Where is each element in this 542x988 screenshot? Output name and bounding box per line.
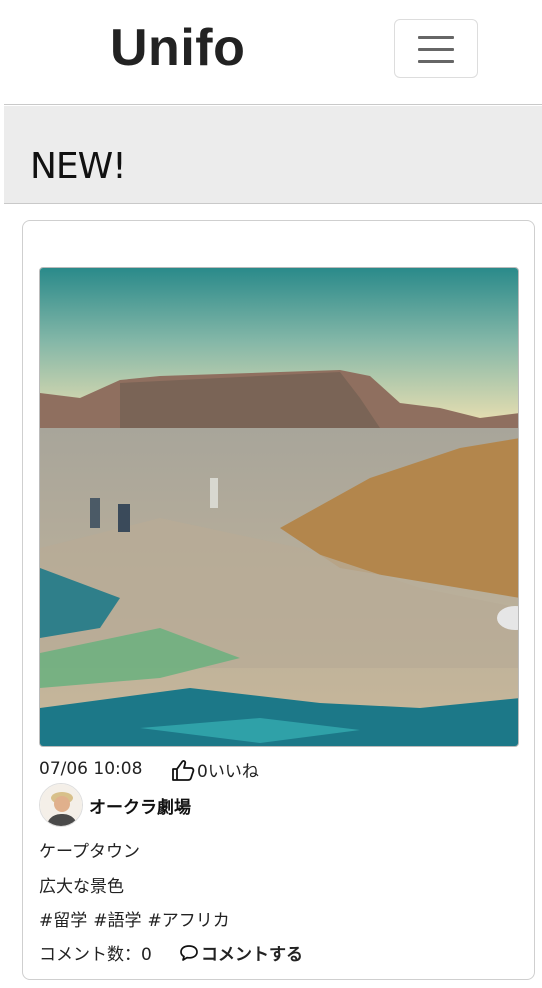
tag-link[interactable]: #語学 (93, 911, 141, 931)
navbar: Unifo (4, 0, 542, 105)
like-button[interactable]: 0いいね (171, 757, 259, 782)
post-image[interactable] (39, 267, 519, 747)
author-name: オークラ劇場 (89, 797, 191, 818)
author-link[interactable]: オークラ劇場 (39, 783, 191, 827)
like-count: 0いいね (197, 762, 259, 782)
hamburger-menu-icon (418, 36, 454, 39)
menu-toggle-button[interactable] (394, 19, 478, 78)
section-title: NEW! (30, 146, 127, 187)
brand-logo[interactable]: Unifo (110, 18, 245, 78)
post-timestamp: 07/06 10:08 (39, 759, 143, 779)
thumbs-up-icon (172, 759, 195, 781)
post-description: 広大な景色 (39, 877, 124, 897)
comment-button-label: コメントする (201, 945, 303, 965)
section-header: NEW! (4, 106, 542, 204)
tag-list: #留学 #語学 #アフリカ (39, 906, 236, 931)
avatar (39, 783, 83, 827)
post-title: ケープタウン (39, 842, 140, 862)
comment-count: コメント数：0 (39, 945, 152, 965)
tag-link[interactable]: #アフリカ (148, 911, 230, 931)
post-card: 07/06 10:08 0いいね オークラ劇場 ケープタウン 広大な景色 #留学… (22, 220, 535, 980)
comment-button[interactable]: コメントする (179, 940, 303, 965)
tag-link[interactable]: #留学 (39, 911, 87, 931)
speech-bubble-icon (180, 944, 198, 961)
